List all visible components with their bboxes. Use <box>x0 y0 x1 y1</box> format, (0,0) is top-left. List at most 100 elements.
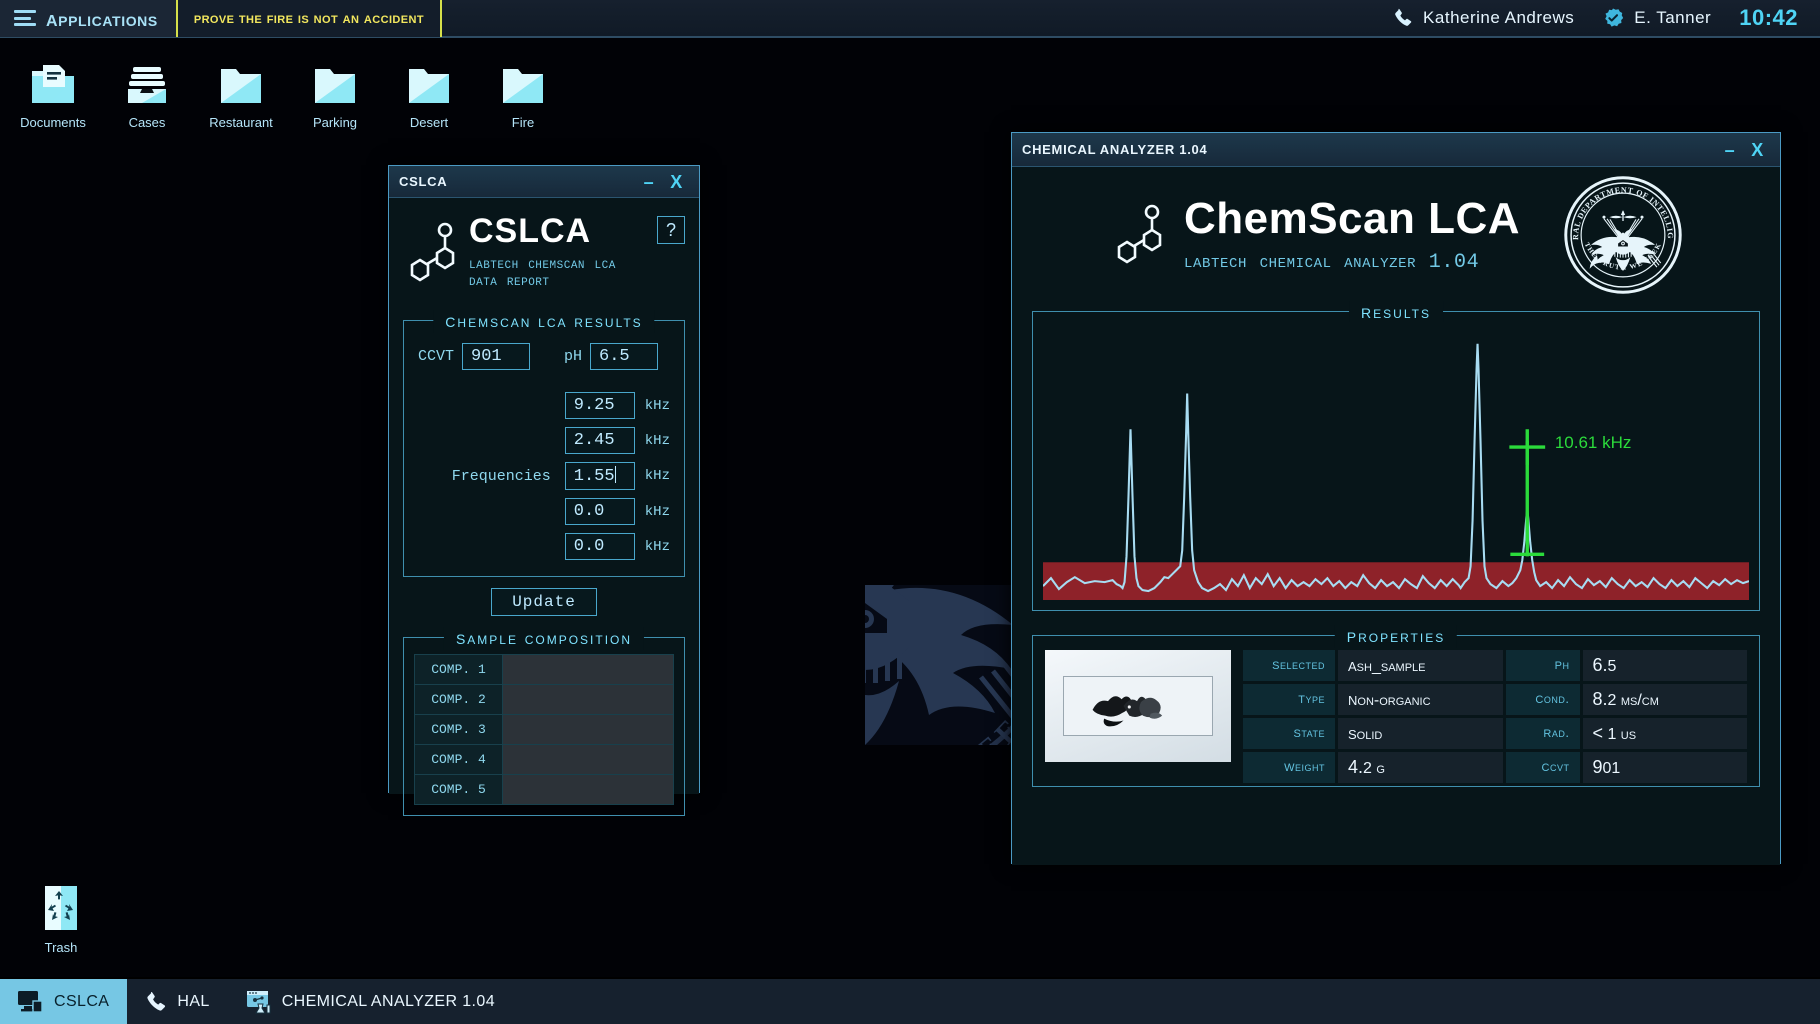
cslca-subtitle: LabTech ChemScan LCA Data Report <box>469 256 647 290</box>
properties-content: SELECTED Ash_sample PH 6.5 TYPE Non-orga… <box>1045 650 1747 776</box>
cslca-window: CSLCA – X CSLCA <box>388 165 700 793</box>
table-row: COMP. 1 <box>415 655 674 685</box>
frequencies-row: Frequencies 9.25 kHz 2.45 kHz 1.55 kHz <box>418 392 670 560</box>
composition-label-4: COMP. 4 <box>415 745 503 775</box>
composition-label-2: COMP. 2 <box>415 685 503 715</box>
property-value-weight: 4.2 g <box>1338 752 1503 783</box>
properties-panel: Properties <box>1032 635 1760 787</box>
table-row: COMP. 4 <box>415 745 674 775</box>
frequency-marker-label: 10.61 kHz <box>1555 433 1632 453</box>
user-name: E. Tanner <box>1634 8 1711 28</box>
frequency-input-5[interactable]: 0.0 <box>565 533 635 560</box>
properties-grid: SELECTED Ash_sample PH 6.5 TYPE Non-orga… <box>1243 650 1747 776</box>
monitor-icon <box>18 990 44 1014</box>
results-legend: Results <box>1349 301 1443 324</box>
desktop-icon-desert[interactable]: Desert <box>376 55 482 130</box>
composition-value-5[interactable] <box>503 775 674 805</box>
analyzer-close-button[interactable]: X <box>1751 141 1764 159</box>
composition-value-4[interactable] <box>503 745 674 775</box>
cslca-help-button[interactable]: ? <box>657 216 685 244</box>
frequency-input-2[interactable]: 2.45 <box>565 427 635 454</box>
chemscan-results-panel: ChemScan LCA Results CCVT 901 pH 6.5 Fre… <box>403 320 685 577</box>
clock: 10:42 <box>1739 5 1798 31</box>
ccvt-ph-row: CCVT 901 pH 6.5 <box>418 343 670 370</box>
properties-legend: Properties <box>1335 625 1457 648</box>
frequency-unit-2: kHz <box>645 433 670 449</box>
property-value-ph: 6.5 <box>1583 650 1748 681</box>
top-bar-right: Katherine Andrews E. Tanner 10:42 <box>1393 5 1820 31</box>
applications-label: Applications <box>46 5 158 32</box>
spectrum-chart[interactable]: 10.61 kHz <box>1043 322 1749 600</box>
cslca-minimize-button[interactable]: – <box>644 173 655 191</box>
property-label-type: TYPE <box>1243 684 1335 715</box>
frequency-input-3[interactable]: 1.55 <box>565 462 635 490</box>
desktop-icon-trash[interactable]: Trash <box>8 880 114 955</box>
cslca-header: CSLCA LabTech ChemScan LCA Data Report ? <box>403 208 685 290</box>
property-value-selected: Ash_sample <box>1338 650 1503 681</box>
composition-label-3: COMP. 3 <box>415 715 503 745</box>
taskbar-item-label: CSLCA <box>54 993 109 1011</box>
frequency-input-1[interactable]: 9.25 <box>565 392 635 419</box>
svg-text:FEDERAL DEPARTMENT OF INTELLIG: FEDERAL DEPARTMENT OF INTELLIGENCE <box>1564 176 1675 240</box>
update-button[interactable]: Update <box>491 588 597 616</box>
desktop-icon-restaurant[interactable]: Restaurant <box>188 55 294 130</box>
sample-composition-legend: Sample Composition <box>444 627 644 650</box>
cslca-body: CSLCA LabTech ChemScan LCA Data Report ?… <box>389 198 699 794</box>
desktop-icon-label: Cases <box>94 115 200 130</box>
ph-input[interactable]: 6.5 <box>590 343 658 370</box>
composition-value-3[interactable] <box>503 715 674 745</box>
phone-icon <box>145 991 167 1013</box>
property-value-state: Solid <box>1338 718 1503 749</box>
update-row: Update <box>403 593 685 611</box>
text-caret <box>615 466 616 483</box>
property-value-rad: < 1 uS <box>1583 718 1748 749</box>
desktop-icon-fire[interactable]: Fire <box>470 55 576 130</box>
desktop-icon-label: Parking <box>282 115 388 130</box>
property-label-cond: COND. <box>1506 684 1580 715</box>
sample-photo[interactable] <box>1045 650 1231 762</box>
composition-value-1[interactable] <box>503 655 674 685</box>
taskbar-item-cslca[interactable]: CSLCA <box>0 979 127 1024</box>
applications-menu-button[interactable]: Applications <box>0 0 176 37</box>
sample-composition-panel: Sample Composition COMP. 1 COMP. 2 COMP.… <box>403 637 685 816</box>
taskbar-item-hal[interactable]: HAL <box>127 979 227 1024</box>
ccvt-input[interactable]: 901 <box>462 343 530 370</box>
frequency-unit-1: kHz <box>645 398 670 414</box>
noise-band <box>1043 562 1749 600</box>
cslca-title-bar[interactable]: CSLCA – X <box>389 166 699 198</box>
contact-indicator[interactable]: Katherine Andrews <box>1393 8 1574 28</box>
property-value-ccvt: 901 <box>1583 752 1748 783</box>
desktop-icon-label: Desert <box>376 115 482 130</box>
user-indicator[interactable]: E. Tanner <box>1602 7 1711 29</box>
desktop-icon-documents[interactable]: Documents <box>0 55 106 130</box>
cslca-window-title: CSLCA <box>399 174 447 189</box>
property-label-ph: PH <box>1506 650 1580 681</box>
analyzer-brand: ChemScan LCA <box>1184 196 1520 242</box>
table-row: COMP. 3 <box>415 715 674 745</box>
taskbar-item-chemical-analyzer[interactable]: CHEMICAL ANALYZER 1.04 <box>228 979 513 1024</box>
composition-value-2[interactable] <box>503 685 674 715</box>
federal-seal-icon: FEDERAL DEPARTMENT OF INTELLIGENCE THE T… <box>1564 176 1682 294</box>
frequency-field-list: 9.25 kHz 2.45 kHz 1.55 kHz 0.0 <box>565 392 670 560</box>
composition-table: COMP. 1 COMP. 2 COMP. 3 COMP. 4 <box>414 654 674 805</box>
analyzer-body: ChemScan LCA LabTech Chemical Analyzer 1… <box>1012 167 1780 865</box>
molecule-icon <box>403 222 459 284</box>
cslca-close-button[interactable]: X <box>670 173 683 191</box>
desktop-icon-parking[interactable]: Parking <box>282 55 388 130</box>
taskbar: CSLCA HAL CHEMICAL ANALYZER 1.04 <box>0 977 1820 1024</box>
taskbar-item-label: HAL <box>177 993 209 1011</box>
table-row: COMP. 5 <box>415 775 674 805</box>
desktop-icon-cases[interactable]: Cases <box>94 55 200 130</box>
analyzer-title-bar[interactable]: CHEMICAL ANALYZER 1.04 – X <box>1012 133 1780 167</box>
taskbar-item-label: CHEMICAL ANALYZER 1.04 <box>282 993 495 1011</box>
frequency-marker <box>1509 429 1545 556</box>
property-label-rad: RAD. <box>1506 718 1580 749</box>
property-label-ccvt: CCVT <box>1506 752 1580 783</box>
svg-text:FEDERAL DEPARTMENT OF INTELLIG: FEDERAL DEPARTMENT OF INTELLIGENCE <box>655 345 1072 593</box>
analyzer-minimize-button[interactable]: – <box>1725 141 1736 159</box>
property-label-state: STATE <box>1243 718 1335 749</box>
analyzer-window-icon <box>246 990 272 1014</box>
objective-banner: Prove the fire is not an accident <box>176 0 442 37</box>
frequency-input-4[interactable]: 0.0 <box>565 498 635 525</box>
ccvt-label: CCVT <box>418 348 454 365</box>
